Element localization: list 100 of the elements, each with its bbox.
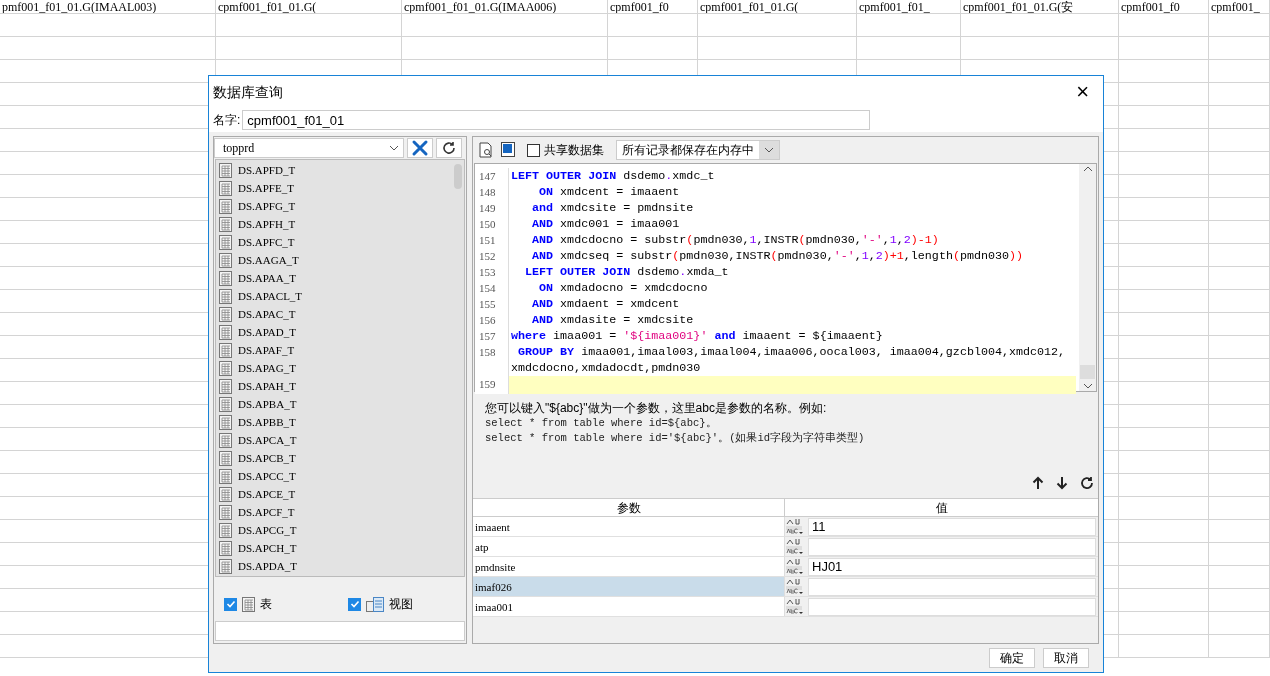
hint-text: 您可以键入"${abc}"做为一个参数，这里abc是参数的名称。例如: <box>485 400 828 416</box>
table-icon <box>219 288 232 304</box>
param-value-field[interactable] <box>808 537 1096 556</box>
table-icon <box>219 180 232 196</box>
table-item[interactable]: DS.APFH_T <box>219 215 464 233</box>
filter-field[interactable] <box>215 621 465 641</box>
window-title: 数据库查询 <box>213 82 283 102</box>
scroll-down-icon[interactable] <box>1082 383 1093 389</box>
code-line: AND xmdaent = xmdcent <box>531 296 680 312</box>
table-icon <box>219 162 232 178</box>
text-type-icon[interactable] <box>785 577 805 596</box>
column-header: 值 <box>934 500 949 516</box>
table-item[interactable]: DS.APFC_T <box>219 233 464 251</box>
code-line: AND xmdcdocno = substr(pmdn030,1,INSTR(pmdn030,'-',1,2)-1) <box>531 232 939 248</box>
table-icon <box>219 432 232 448</box>
table-icon <box>219 216 232 232</box>
checkbox-label: 共享数据集 <box>544 142 604 159</box>
table-item[interactable]: DS.APCB_T <box>219 449 464 467</box>
table-item[interactable]: DS.APCG_T <box>219 521 464 539</box>
table-item[interactable]: DS.APCC_T <box>219 467 464 485</box>
code-editor[interactable] <box>474 163 1097 392</box>
sheet-cell: cpmf001_f0 <box>1119 0 1209 13</box>
code-line: AND xmdc001 = imaa001 <box>531 216 680 232</box>
refresh-icon[interactable] <box>1080 476 1094 490</box>
table-item[interactable]: DS.APCH_T <box>219 539 464 557</box>
table-icon <box>242 596 255 612</box>
param-value-field[interactable]: 11 <box>808 517 1096 536</box>
text-type-icon[interactable] <box>785 537 805 556</box>
table-item[interactable]: DS.APCA_T <box>219 431 464 449</box>
code-line: and xmdcsite = pmdnsite <box>531 200 694 216</box>
param-value-field[interactable] <box>808 577 1096 596</box>
name-field[interactable]: cpmf001_f01_01 <box>242 110 871 130</box>
scrollbar[interactable] <box>1079 164 1096 391</box>
checkbox[interactable] <box>224 597 237 611</box>
table-item[interactable]: DS.APFG_T <box>219 197 464 215</box>
sheet-cell: cpmf001_f01_ <box>857 0 961 13</box>
checkbox[interactable] <box>527 143 540 157</box>
param-name-cell[interactable]: pmdnsite <box>473 557 785 576</box>
refresh-button[interactable] <box>436 138 462 158</box>
table-item[interactable]: DS.APFD_T <box>219 161 464 179</box>
table-item[interactable]: DS.APDA_T <box>219 557 464 575</box>
table-item[interactable]: DS.APBA_T <box>219 395 464 413</box>
table-icon <box>219 396 232 412</box>
checkbox-label: 表 <box>260 596 272 613</box>
table-item[interactable]: DS.APAA_T <box>219 269 464 287</box>
caret-icon <box>764 147 774 153</box>
preview-icon[interactable] <box>479 142 493 158</box>
hint-example: select * from table where id=${abc}。 <box>485 416 718 431</box>
table-icon <box>219 486 232 502</box>
table-item[interactable]: DS.APAG_T <box>219 359 464 377</box>
text-type-icon[interactable] <box>785 557 805 576</box>
hint-example: select * from table where id='${abc}'。(如果id字段为字符串类型) <box>485 431 866 446</box>
table-icon <box>219 468 232 484</box>
table-item[interactable]: DS.APCE_T <box>219 485 464 503</box>
save-icon[interactable] <box>501 142 515 158</box>
param-value-field[interactable]: HJ01 <box>808 557 1096 576</box>
table-icon <box>219 324 232 340</box>
checkbox[interactable] <box>348 597 361 611</box>
close-button[interactable]: × <box>1072 81 1093 103</box>
database-select[interactable]: topprd <box>214 138 404 158</box>
param-name-cell[interactable]: imaf026 <box>473 577 785 596</box>
table-item[interactable]: DS.APAF_T <box>219 341 464 359</box>
sheet-cell: pmf001_f01_01.G(IMAAL003) <box>0 0 216 13</box>
table-item[interactable]: DS.APAH_T <box>219 377 464 395</box>
param-name-cell[interactable]: imaaent <box>473 517 785 536</box>
param-name-cell[interactable]: atp <box>473 537 785 556</box>
view-icon <box>366 596 384 612</box>
table-item[interactable]: DS.APCF_T <box>219 503 464 521</box>
table-item[interactable]: DS.AAGA_T <box>219 251 464 269</box>
code-line: ON xmdcent = imaaent <box>538 184 680 200</box>
table-item[interactable]: DS.APAD_T <box>219 323 464 341</box>
table-item[interactable]: DS.APACL_T <box>219 287 464 305</box>
move-down-icon[interactable] <box>1056 476 1068 490</box>
dialog-button[interactable]: 取消 <box>1043 648 1089 668</box>
scroll-up-icon[interactable] <box>1082 166 1093 172</box>
tools-button[interactable] <box>407 138 433 158</box>
table-icon <box>219 342 232 358</box>
sheet-cell: cpmf001_ <box>1209 0 1270 13</box>
sheet-cell: cpmf001_f01_01.G( <box>698 0 857 13</box>
dialog-button[interactable]: 确定 <box>989 648 1035 668</box>
move-up-icon[interactable] <box>1032 476 1044 490</box>
scrollbar-thumb[interactable] <box>1080 365 1095 379</box>
caret-icon <box>389 145 399 151</box>
table-item[interactable]: DS.APFE_T <box>219 179 464 197</box>
sheet-cell: cpmf001_f01_01.G(安 <box>961 0 1119 13</box>
table-icon <box>219 198 232 214</box>
sheet-cell: cpmf001_f0 <box>608 0 698 13</box>
param-name-cell[interactable]: imaa001 <box>473 597 785 616</box>
text-type-icon[interactable] <box>785 597 805 616</box>
table-icon <box>219 270 232 286</box>
table-icon <box>219 252 232 268</box>
table-icon <box>219 504 232 520</box>
name-label: 名字: <box>213 112 241 129</box>
table-icon <box>219 414 232 430</box>
text-type-icon[interactable] <box>785 517 805 536</box>
param-value-field[interactable] <box>808 597 1096 616</box>
storage-select[interactable]: 所有记录都保存在内存中 <box>616 140 780 160</box>
table-item[interactable]: DS.APBB_T <box>219 413 464 431</box>
table-item[interactable]: DS.APAC_T <box>219 305 464 323</box>
column-header: 参数 <box>473 499 785 516</box>
